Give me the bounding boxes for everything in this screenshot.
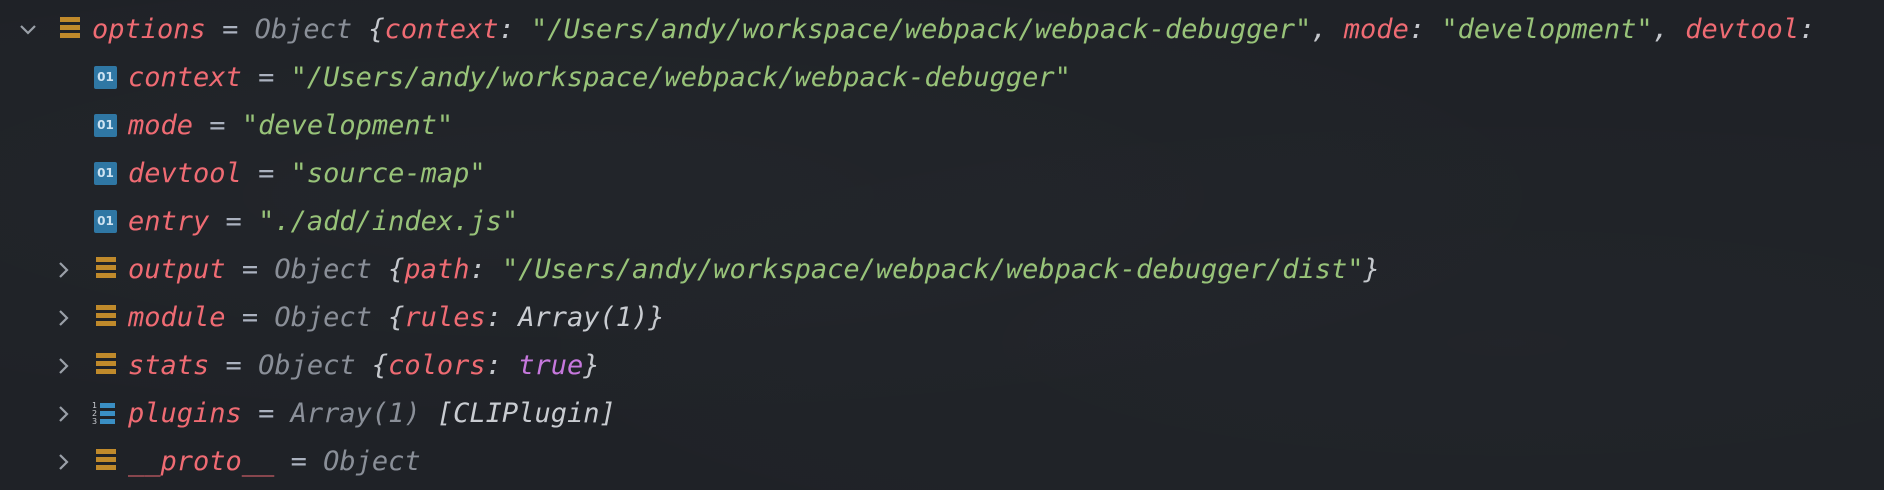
- preview-key: colors: [388, 350, 486, 381]
- open-brace: {: [388, 254, 405, 285]
- object-icon: [60, 17, 82, 39]
- equals-sign: =: [225, 206, 242, 237]
- equals-sign: =: [258, 398, 275, 429]
- type-label: Object: [323, 446, 421, 477]
- open-brace: {: [371, 350, 389, 381]
- var-name: options: [92, 14, 206, 45]
- preview-value: "/Users/andy/workspace/webpack/webpack-d…: [501, 254, 1364, 285]
- tree-row-options[interactable]: options = Object {context: "/Users/andy/…: [0, 6, 1884, 54]
- tree-row-text: module = Object {rules: Array(1)}: [128, 294, 665, 342]
- equals-sign: =: [222, 14, 239, 45]
- preview-key: path: [404, 254, 470, 285]
- tree-row-text: context = "/Users/andy/workspace/webpack…: [128, 54, 1071, 102]
- primitive-icon: 01: [94, 210, 117, 233]
- comma: ,: [1652, 14, 1669, 45]
- tree-row-text: stats = Object {colors: true}: [128, 342, 600, 390]
- tree-row-devtool[interactable]: 01 devtool = "source-map": [0, 150, 1884, 198]
- equals-sign: =: [241, 302, 259, 333]
- equals-sign: =: [258, 62, 275, 93]
- colon: :: [469, 254, 486, 285]
- object-icon: [96, 353, 118, 375]
- primitive-icon: 01: [94, 162, 117, 185]
- object-icon: [96, 257, 118, 279]
- open-brace: {: [368, 14, 385, 45]
- chevron-right-icon[interactable]: [53, 294, 75, 342]
- preview-value: Array(1): [518, 302, 649, 333]
- var-value: "/Users/andy/workspace/webpack/webpack-d…: [290, 62, 1071, 93]
- preview-value: "development": [1441, 14, 1653, 45]
- object-icon: [96, 305, 118, 327]
- variables-tree: options = Object {context: "/Users/andy/…: [0, 0, 1884, 490]
- tree-row-entry[interactable]: 01 entry = "./add/index.js": [0, 198, 1884, 246]
- tree-row-text: options = Object {context: "/Users/andy/…: [92, 6, 1815, 54]
- colon: :: [485, 350, 502, 381]
- colon: :: [1799, 14, 1816, 45]
- tree-row-module[interactable]: module = Object {rules: Array(1)}: [0, 294, 1884, 342]
- type-label: Array(1): [290, 398, 421, 429]
- tree-row-context[interactable]: 01 context = "/Users/andy/workspace/webp…: [0, 54, 1884, 102]
- var-name: plugins: [128, 398, 242, 429]
- equals-sign: =: [241, 254, 259, 285]
- tree-row-text: devtool = "source-map": [128, 150, 486, 198]
- type-label: Object: [274, 302, 372, 333]
- var-name: devtool: [128, 158, 242, 189]
- var-name: entry: [128, 206, 210, 237]
- preview-key: mode: [1343, 14, 1409, 45]
- chevron-down-icon[interactable]: [17, 6, 39, 54]
- var-value: "development": [241, 110, 454, 141]
- tree-row-text: mode = "development": [128, 102, 453, 150]
- tree-row-mode[interactable]: 01 mode = "development": [0, 102, 1884, 150]
- var-value: "./add/index.js": [258, 206, 519, 237]
- equals-sign: =: [209, 110, 226, 141]
- var-name: __proto__: [128, 446, 275, 477]
- chevron-right-icon[interactable]: [53, 438, 75, 486]
- tree-row-text: output = Object {path: "/Users/andy/work…: [128, 246, 1380, 294]
- var-name: stats: [128, 350, 210, 381]
- tree-row-text: __proto__ = Object: [128, 438, 421, 486]
- chevron-right-icon[interactable]: [53, 342, 75, 390]
- var-name: mode: [128, 110, 194, 141]
- tree-row-output[interactable]: output = Object {path: "/Users/andy/work…: [0, 246, 1884, 294]
- comma: ,: [1311, 14, 1328, 45]
- type-label: Object: [258, 350, 356, 381]
- tree-row-text: plugins = Array(1) [CLIPlugin]: [128, 390, 616, 438]
- preview-value: true: [518, 350, 584, 381]
- array-preview: [CLIPlugin]: [436, 398, 616, 429]
- tree-row-stats[interactable]: stats = Object {colors: true}: [0, 342, 1884, 390]
- equals-sign: =: [225, 350, 242, 381]
- array-icon: 1 2 3: [92, 401, 116, 427]
- preview-key: devtool: [1685, 14, 1800, 45]
- var-name: module: [128, 302, 226, 333]
- open-brace: {: [388, 302, 405, 333]
- colon: :: [498, 14, 515, 45]
- type-label: Object: [254, 14, 353, 45]
- var-name: output: [128, 254, 226, 285]
- array-icon-num: 3: [92, 417, 98, 426]
- close-brace: }: [1363, 254, 1380, 285]
- colon: :: [1408, 14, 1426, 45]
- tree-row-plugins[interactable]: 1 2 3 plugins = Array(1) [CLIPlugin]: [0, 390, 1884, 438]
- var-name: context: [128, 62, 242, 93]
- close-brace: }: [648, 302, 665, 333]
- tree-row-proto[interactable]: __proto__ = Object: [0, 438, 1884, 486]
- equals-sign: =: [258, 158, 275, 189]
- preview-key: rules: [404, 302, 486, 333]
- type-label: Object: [274, 254, 372, 285]
- object-icon: [96, 449, 118, 471]
- preview-value: "/Users/andy/workspace/webpack/webpack-d…: [531, 14, 1312, 45]
- equals-sign: =: [290, 446, 307, 477]
- chevron-right-icon[interactable]: [53, 246, 75, 294]
- var-value: "source-map": [290, 158, 486, 189]
- primitive-icon: 01: [94, 66, 117, 89]
- tree-row-text: entry = "./add/index.js": [128, 198, 518, 246]
- colon: :: [485, 302, 502, 333]
- primitive-icon: 01: [94, 114, 117, 137]
- chevron-right-icon[interactable]: [53, 390, 75, 438]
- preview-key: context: [384, 14, 499, 45]
- close-brace: }: [583, 350, 600, 381]
